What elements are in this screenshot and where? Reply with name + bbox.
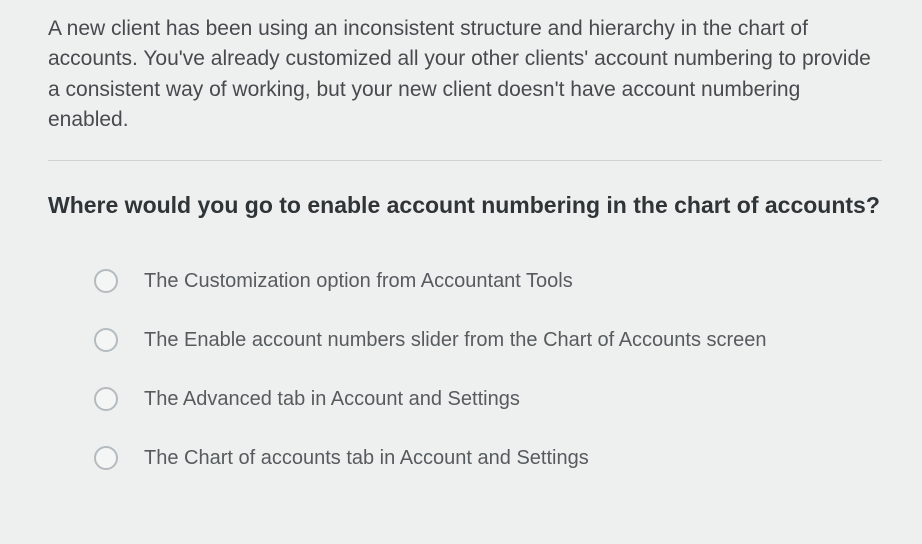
option-1[interactable]: The Customization option from Accountant…: [94, 267, 882, 296]
option-4-label: The Chart of accounts tab in Account and…: [144, 444, 589, 473]
option-1-label: The Customization option from Accountant…: [144, 267, 573, 296]
option-2[interactable]: The Enable account numbers slider from t…: [94, 326, 882, 355]
options-group: The Customization option from Accountant…: [48, 267, 882, 473]
radio-icon[interactable]: [94, 387, 118, 411]
question-prompt: Where would you go to enable account num…: [48, 189, 882, 221]
radio-icon[interactable]: [94, 328, 118, 352]
radio-icon[interactable]: [94, 269, 118, 293]
radio-icon[interactable]: [94, 446, 118, 470]
section-divider: [48, 160, 882, 161]
option-3-label: The Advanced tab in Account and Settings: [144, 385, 520, 414]
option-4[interactable]: The Chart of accounts tab in Account and…: [94, 444, 882, 473]
option-2-label: The Enable account numbers slider from t…: [144, 326, 767, 355]
scenario-context: A new client has been using an inconsist…: [48, 14, 882, 136]
option-3[interactable]: The Advanced tab in Account and Settings: [94, 385, 882, 414]
